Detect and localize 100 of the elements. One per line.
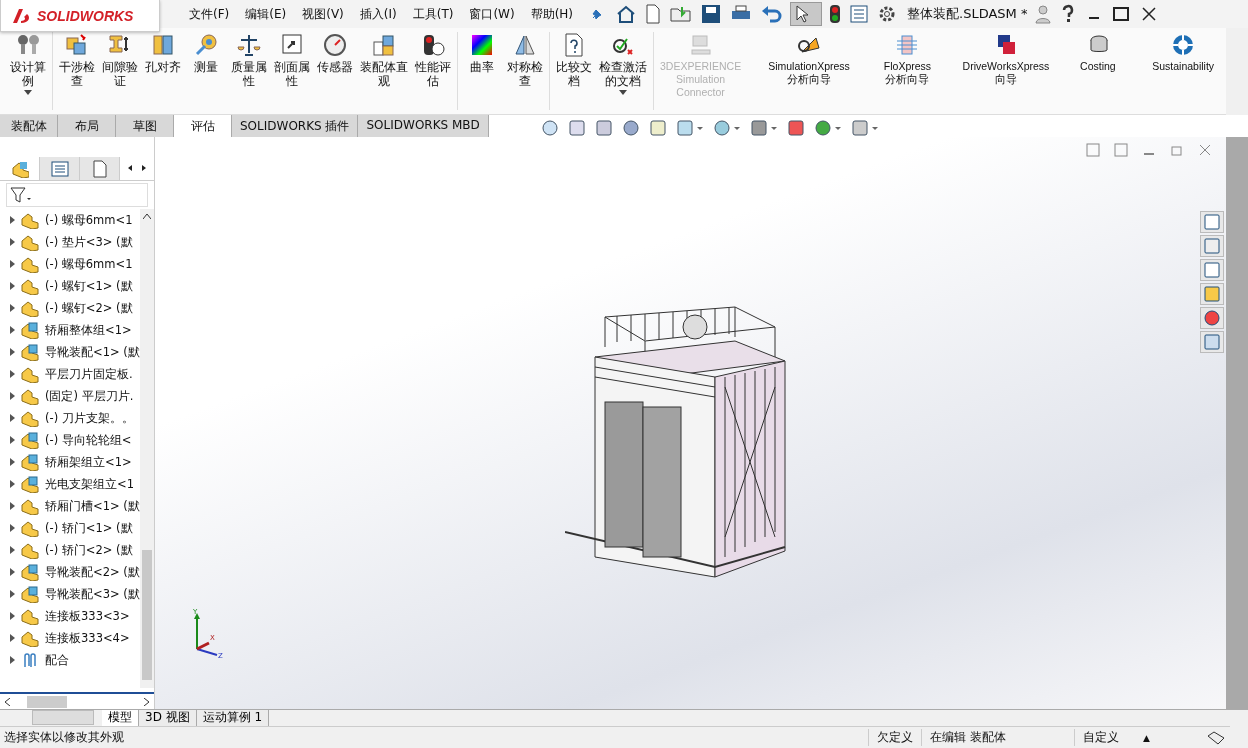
ribbon-command[interactable]: FloXpress 分析向导 (875, 32, 940, 86)
expand-arrow-icon[interactable] (10, 502, 15, 510)
tree-item[interactable]: (-) 螺钉<2> (默 (0, 297, 140, 319)
scrollbar-thumb[interactable] (142, 550, 152, 680)
ribbon-command[interactable]: Costing (1072, 32, 1123, 73)
expand-arrow-icon[interactable] (10, 546, 15, 554)
tree-item[interactable]: 轿厢整体组<1> (0, 319, 140, 341)
caret-icon[interactable] (24, 90, 32, 95)
tree-item[interactable]: 连接板333<3> (0, 605, 140, 627)
assembly-icon (20, 453, 40, 471)
command-tab[interactable]: 布局 (58, 115, 116, 137)
tape-measure-icon (193, 32, 219, 58)
expand-arrow-icon[interactable] (10, 590, 15, 598)
tree-item[interactable]: (-) 螺母6mm<1 (0, 209, 140, 231)
ribbon-command[interactable]: 设计算例 (9, 32, 47, 95)
hole-blocks-icon (150, 32, 176, 58)
expand-arrow-icon[interactable] (10, 436, 15, 444)
help-icon[interactable] (1061, 4, 1076, 24)
model-tab[interactable]: 3D 视图 (139, 710, 197, 726)
menu-item[interactable]: 视图(V) (295, 3, 351, 25)
user-icon[interactable] (1035, 4, 1052, 24)
tree-item[interactable]: 平层刀片固定板. (0, 363, 140, 385)
status-mode: 在编辑 装配体 (921, 729, 1015, 746)
vertical-scrollbar[interactable] (140, 209, 154, 688)
expand-arrow-icon[interactable] (10, 568, 15, 576)
expand-arrow-icon[interactable] (10, 282, 15, 290)
expand-arrow-icon[interactable] (10, 656, 15, 664)
ribbon-command[interactable]: 装配体直观 (359, 32, 409, 88)
ribbon-command[interactable]: 检查激活的文档 (598, 32, 648, 95)
tree-item[interactable]: 导靴装配<2> (默 (0, 561, 140, 583)
expand-arrow-icon[interactable] (10, 370, 15, 378)
expand-arrow-icon[interactable] (10, 260, 15, 268)
ribbon-command[interactable]: 性能评估 (414, 32, 452, 88)
ribbon-command[interactable]: 剖面属性 (273, 32, 311, 88)
maximize-icon[interactable] (1113, 6, 1130, 22)
status-message: 选择实体以修改其外观 (4, 729, 124, 746)
select-pointer-icon[interactable] (790, 2, 823, 26)
close-icon[interactable] (1141, 6, 1158, 22)
menu-item[interactable]: 工具(T) (405, 3, 461, 25)
tree-item[interactable]: (固定) 平层刀片. (0, 385, 140, 407)
ribbon-command[interactable]: 传感器 (316, 32, 354, 74)
expand-arrow-icon[interactable] (10, 414, 15, 422)
filter-field[interactable] (6, 183, 148, 207)
tree-item[interactable]: (-) 刀片支架。。 (0, 407, 140, 429)
tile-right-icon[interactable] (1114, 143, 1128, 157)
tile-left-icon[interactable] (1086, 143, 1100, 157)
units-label[interactable]: 自定义 (1074, 729, 1128, 746)
ribbon-command[interactable]: 孔对齐 (144, 32, 182, 74)
expand-arrow-icon[interactable] (10, 348, 15, 356)
tree-item[interactable]: 配合 (0, 649, 140, 671)
command-tab[interactable]: SOLIDWORKS MBD (358, 115, 489, 137)
tree-item[interactable]: (-) 垫片<3> (默 (0, 231, 140, 253)
ribbon-command[interactable]: 测量 (187, 32, 225, 74)
expand-arrow-icon[interactable] (10, 238, 15, 246)
expand-arrow-icon[interactable] (10, 480, 15, 488)
tree-item[interactable]: 导靴装配<1> (默 (0, 341, 140, 363)
tree-item[interactable]: 轿厢架组立<1> (0, 451, 140, 473)
model-tab[interactable]: 模型 (102, 710, 139, 726)
caret-icon[interactable] (619, 90, 627, 95)
expand-arrow-icon[interactable] (10, 612, 15, 620)
menu-item[interactable]: 帮助(H) (523, 3, 581, 25)
ribbon-command[interactable]: SimulationXpress 分析向导 (754, 32, 864, 86)
ribbon-command[interactable]: 对称检查 (506, 32, 544, 88)
part-icon (20, 387, 40, 405)
expand-arrow-icon[interactable] (10, 634, 15, 642)
ribbon-command[interactable]: DriveWorksXpress 向导 (951, 32, 1061, 86)
rebuild-tag-icon[interactable] (1206, 729, 1226, 746)
model-tab[interactable]: 运动算例 1 (196, 710, 270, 726)
ribbon-command[interactable]: 曲率 (463, 32, 501, 74)
ribbon-command[interactable]: 间隙验证 (101, 32, 139, 88)
tree-item[interactable]: 导靴装配<3> (默 (0, 583, 140, 605)
expand-arrow-icon[interactable] (10, 458, 15, 466)
tree-item[interactable]: 连接板333<4> (0, 627, 140, 649)
ribbon-command[interactable]: Sustainability (1134, 32, 1226, 73)
tree-item[interactable]: (-) 螺母6mm<1 (0, 253, 140, 275)
part-icon (20, 497, 40, 515)
assembly-icon (20, 321, 40, 339)
tree-item[interactable]: (-) 轿门<2> (默 (0, 539, 140, 561)
tree-item[interactable]: 光电支架组立<1 (0, 473, 140, 495)
menu-item[interactable]: 插入(I) (352, 3, 404, 25)
expand-arrow-icon[interactable] (10, 216, 15, 224)
ribbon-command[interactable]: 干涉检查 (58, 32, 96, 88)
tree-item[interactable]: 轿厢门槽<1> (默 (0, 495, 140, 517)
expand-arrow-icon[interactable] (10, 326, 15, 334)
tree-item[interactable]: (-) 导向轮轮组< (0, 429, 140, 451)
expand-arrow-icon[interactable] (10, 524, 15, 532)
command-tab[interactable]: 草图 (116, 115, 174, 137)
units-arrow[interactable]: ▲ (1143, 732, 1150, 743)
menu-item[interactable]: 文件(F) (182, 3, 237, 25)
tree-item[interactable]: (-) 螺钉<1> (默 (0, 275, 140, 297)
menu-item[interactable]: 窗口(W) (462, 3, 522, 25)
command-tab[interactable]: 装配体 (0, 115, 58, 137)
menu-item[interactable]: 编辑(E) (238, 3, 294, 25)
expand-arrow-icon[interactable] (10, 304, 15, 312)
command-tab[interactable]: SOLIDWORKS 插件 (232, 115, 359, 137)
property-manager-tab[interactable] (40, 157, 80, 180)
expand-arrow-icon[interactable] (10, 392, 15, 400)
tree-item[interactable]: (-) 轿门<1> (默 (0, 517, 140, 539)
ribbon-command[interactable]: 质量属性 (230, 32, 268, 88)
ribbon-command[interactable]: 比较文档 (555, 32, 593, 88)
